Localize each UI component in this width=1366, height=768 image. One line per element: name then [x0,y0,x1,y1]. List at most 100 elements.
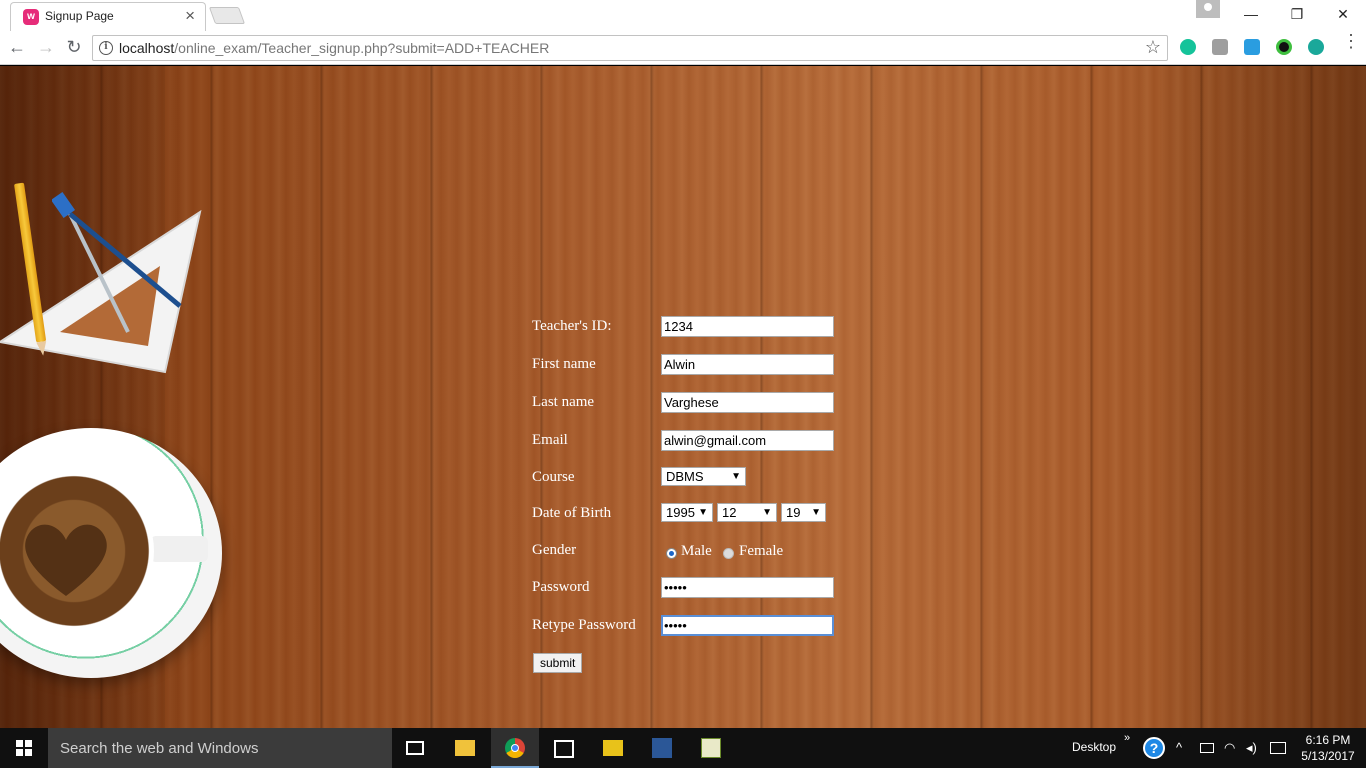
password-input[interactable]: ••••• [661,577,834,598]
pdf-icon [603,740,623,756]
course-select[interactable]: DBMS ▼ [661,467,746,486]
camera-extension-icon[interactable] [1308,39,1324,55]
battery-icon[interactable] [1200,743,1214,753]
task-view-button[interactable] [392,728,440,768]
windows-logo-icon [16,749,23,756]
desktop-toolbar-label[interactable]: Desktop [1072,740,1116,754]
course-label: Course [532,469,575,485]
browser-menu-icon[interactable]: ⋮ [1342,32,1360,58]
back-arrow-icon[interactable]: ← [6,36,28,58]
minimize-button[interactable]: — [1228,0,1274,28]
tab-close-icon[interactable]: × [185,6,195,26]
volume-icon[interactable]: ◂) [1246,740,1257,756]
retype-password-input[interactable]: ••••• [661,615,834,636]
url-host: localhost [119,40,175,56]
wifi-icon[interactable]: ◠ [1224,740,1235,756]
email-row: Email alwin@gmail.com [532,430,852,452]
close-window-button[interactable]: ✕ [1320,0,1366,28]
profile-icon[interactable] [1196,0,1220,18]
dob-year-select[interactable]: 1995 ▼ [661,503,713,522]
email-input[interactable]: alwin@gmail.com [661,430,834,451]
taskbar-search-box[interactable]: Search the web and Windows [48,728,392,768]
address-bar[interactable]: i localhost/online_exam/Teacher_signup.p… [92,35,1168,61]
last-name-input[interactable]: Varghese [661,392,834,413]
cup-handle-image [150,536,208,562]
favicon-icon: w [23,9,39,25]
first-name-label: First name [532,356,596,372]
gender-row: Gender Male Female [532,540,852,562]
bookmark-star-icon[interactable]: ☆ [1145,37,1161,58]
course-row: Course DBMS ▼ [532,467,852,489]
chrome-center-icon [511,744,519,752]
dropdown-arrow-icon: ▼ [762,507,772,518]
dob-month-value: 12 [722,505,737,520]
url-path: /online_exam/Teacher_signup.php?submit=A… [174,40,550,56]
gender-female-label[interactable]: Female [739,543,783,560]
info-icon[interactable]: i [99,41,113,55]
latte-heart-image [25,524,107,596]
dob-day-select[interactable]: 19 ▼ [781,503,826,522]
url-text[interactable]: localhost/online_exam/Teacher_signup.php… [119,40,549,56]
start-button[interactable] [0,728,48,768]
gender-female-radio[interactable] [723,548,734,559]
windows-logo-icon [25,740,32,747]
retype-password-label: Retype Password [532,617,636,633]
dropdown-arrow-icon: ▼ [698,507,708,518]
browser-toolbar: ← → ↻ i localhost/online_exam/Teacher_si… [0,31,1366,65]
help-icon[interactable]: ? [1143,737,1165,759]
gender-male-label[interactable]: Male [681,543,712,560]
windows-logo-icon [16,740,23,747]
show-hidden-icons-icon[interactable]: ^ [1176,740,1182,755]
password-label: Password [532,579,590,595]
compass-image [52,191,182,333]
grammarly-extension-icon[interactable] [1180,39,1196,55]
taskbar-clock[interactable]: 6:16 PM 5/13/2017 [1298,732,1358,764]
dob-label: Date of Birth [532,505,612,521]
clock-date: 5/13/2017 [1301,749,1355,763]
tab-title: Signup Page [45,9,114,23]
new-tab-button[interactable] [208,7,246,24]
extension-icon[interactable] [1212,39,1228,55]
pdf-app-button[interactable] [589,728,637,768]
wood-plank [1160,66,1366,728]
store-bag-icon [554,740,574,758]
chrome-button[interactable] [491,728,539,768]
dob-month-select[interactable]: 12 ▼ [717,503,777,522]
toolbar-expand-icon[interactable]: » [1124,732,1130,744]
task-view-icon [406,741,424,755]
clock-time: 6:16 PM [1305,733,1351,747]
first-name-input[interactable]: Alwin [661,354,834,375]
forward-arrow-icon[interactable]: → [35,36,57,58]
dob-day-value: 19 [786,505,801,520]
teacher-id-row: Teacher's ID: 1234 [532,316,852,338]
browser-tab[interactable]: w Signup Page × [10,2,206,31]
dropdown-arrow-icon: ▼ [811,507,821,518]
store-button[interactable] [540,728,588,768]
notifications-icon[interactable] [1270,742,1286,754]
retype-password-row: Retype Password ••••• [532,615,852,637]
teacher-id-label: Teacher's ID: [532,318,612,334]
first-name-row: First name Alwin [532,354,852,376]
last-name-row: Last name Varghese [532,392,852,414]
submit-button[interactable]: submit [533,653,583,673]
word-button[interactable] [638,728,686,768]
skype-extension-icon[interactable] [1244,39,1260,55]
status-extension-icon[interactable] [1276,39,1292,55]
dropdown-arrow-icon: ▼ [731,471,741,482]
reload-icon[interactable]: ↻ [63,36,85,58]
gender-male-radio[interactable] [666,548,677,559]
restore-button[interactable]: ❐ [1274,0,1320,28]
browser-tab-strip: w Signup Page × — ❐ ✕ [0,0,1366,31]
course-selected-value: DBMS [666,469,704,484]
windows-logo-icon [25,749,32,756]
teacher-id-input[interactable]: 1234 [661,316,834,337]
password-row: Password ••••• [532,577,852,599]
folder-icon [455,740,475,756]
dob-year-value: 1995 [666,505,695,520]
spreadsheet-app-button[interactable] [687,728,735,768]
gender-label: Gender [532,542,577,558]
file-explorer-button[interactable] [441,728,489,768]
word-icon [652,738,672,758]
dob-row: Date of Birth 1995 ▼ 12 ▼ 19 ▼ [532,503,852,525]
last-name-label: Last name [532,394,595,410]
